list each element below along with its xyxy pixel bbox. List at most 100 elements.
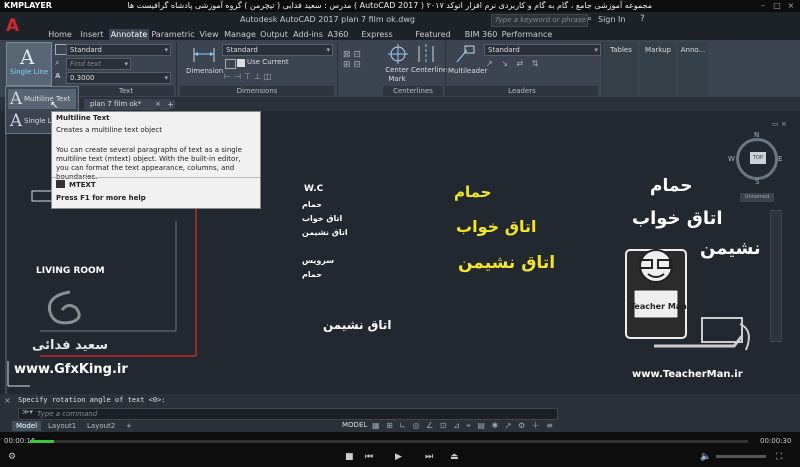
- tab-featured-apps[interactable]: Featured Apps: [405, 29, 461, 50]
- settings-icon[interactable]: ⚙: [8, 452, 16, 462]
- layout-tab-model[interactable]: Model: [12, 421, 42, 431]
- tab-bim-360[interactable]: BIM 360: [463, 29, 499, 40]
- tooltip-help: Press F1 for more help: [56, 194, 146, 202]
- teacherman-caricature-icon: [625, 249, 750, 351]
- eject-icon[interactable]: ⏏: [450, 452, 459, 462]
- viewcube-west[interactable]: W: [728, 155, 735, 163]
- panel-divider: [602, 42, 603, 96]
- viewport-controls-icon[interactable]: ▭ ×: [772, 120, 787, 128]
- center-mark-label: Center Mark: [385, 66, 409, 83]
- add-layout-icon[interactable]: +: [122, 421, 136, 431]
- viewcube-top-face[interactable]: TOP: [750, 152, 766, 164]
- help-icon[interactable]: ?: [640, 14, 645, 24]
- yellow-text: اتاق نشیمن: [458, 253, 556, 273]
- tab-parametric[interactable]: Parametric: [151, 29, 195, 40]
- tab-manage[interactable]: Manage: [223, 29, 257, 40]
- multileader-label: Multileader: [448, 67, 488, 75]
- panel-divider: [337, 42, 338, 96]
- close-tab-icon[interactable]: ×: [155, 100, 161, 108]
- find-text-icon: ⌕: [55, 58, 60, 67]
- tab-view[interactable]: View: [198, 29, 220, 40]
- ribbon-tabs: Home Insert Annotate Parametric View Man…: [40, 28, 800, 50]
- tables-panel[interactable]: Tables: [604, 42, 638, 96]
- drawing-text: اتاق خواب: [302, 214, 343, 223]
- tab-output[interactable]: Output: [259, 29, 289, 40]
- sign-in-link[interactable]: Sign In: [598, 15, 625, 24]
- model-space-toggle[interactable]: MODEL: [342, 421, 367, 429]
- anno-label: Anno...: [680, 46, 706, 54]
- viewcube-south[interactable]: S: [755, 178, 759, 186]
- play-icon[interactable]: ▶: [395, 452, 402, 462]
- seek-progress: [30, 440, 54, 443]
- status-toggle-icons[interactable]: ▦ ⊞ ∟ ◎ ∠ ⊡ ⊿ ⌖ ▤ ✱ ↗ ⚙ ＋ ≡: [372, 420, 555, 431]
- tab-express-tools[interactable]: Express Tools: [351, 29, 403, 50]
- dim-style-dropdown[interactable]: Standard: [222, 44, 333, 56]
- tab-home[interactable]: Home: [47, 29, 73, 40]
- dim-edit-icons[interactable]: ⊠ ⊡ ⊞ ⊟: [343, 50, 379, 80]
- layout-tab-layout1[interactable]: Layout1: [44, 421, 80, 431]
- center-mark-button[interactable]: Center Mark: [383, 42, 411, 84]
- volume-icon[interactable]: 🔈: [700, 452, 711, 462]
- drawing-text-wc: W.C: [304, 184, 324, 194]
- gallery-item-multiline-text[interactable]: A Multiline Text: [8, 89, 76, 109]
- gfxking-logo: [36, 288, 96, 334]
- new-tab-icon[interactable]: +: [166, 100, 175, 109]
- layer-color-swatch: [237, 59, 245, 67]
- leaders-panel-title[interactable]: Leaders: [446, 86, 598, 96]
- dimension-button[interactable]: Dimension: [186, 42, 223, 84]
- markup-panel[interactable]: Markup: [640, 42, 676, 96]
- text-height-icon: A: [55, 72, 61, 80]
- minimize-icon[interactable]: –: [758, 1, 768, 10]
- leader-tools-icons[interactable]: ↗ ↘ ⇄ ⇅: [486, 59, 541, 68]
- total-time: 00:00:30: [760, 437, 792, 445]
- seek-bar[interactable]: [30, 440, 748, 443]
- dim-tools-icons[interactable]: ⊢⊣⊤⊥◫: [224, 72, 274, 81]
- ucs-dropdown[interactable]: Unnamed: [740, 193, 774, 202]
- application-menu-button[interactable]: A: [0, 12, 40, 40]
- find-text-input[interactable]: Find text: [66, 58, 131, 70]
- next-icon[interactable]: ⏭: [425, 452, 433, 462]
- close-icon[interactable]: ×: [786, 1, 796, 10]
- multiline-text-tooltip: Multiline Text Creates a multiline text …: [51, 111, 261, 209]
- text-style-dropdown[interactable]: Standard: [66, 44, 171, 56]
- tooltip-command: MTEXT: [69, 181, 96, 189]
- centerlines-panel-title[interactable]: Centerlines: [383, 86, 443, 96]
- tab-insert[interactable]: Insert: [78, 29, 106, 40]
- centerline-label: Centerline: [411, 66, 448, 74]
- navigation-bar[interactable]: [770, 210, 782, 342]
- stop-icon[interactable]: ■: [345, 452, 354, 462]
- text-panel-title[interactable]: Text: [78, 86, 174, 96]
- command-prompt-icon: ≫▾: [22, 408, 33, 416]
- centerline-button[interactable]: Centerline: [411, 42, 448, 84]
- search-input[interactable]: Type a keyword or phrase: [491, 14, 588, 27]
- layout-tab-layout2[interactable]: Layout2: [83, 421, 119, 431]
- previous-icon[interactable]: ⏮: [365, 452, 373, 462]
- annotation-scaling-panel[interactable]: Anno...: [678, 42, 708, 96]
- tab-performance[interactable]: Performance: [501, 29, 553, 40]
- multileader-button[interactable]: Multileader: [448, 42, 488, 84]
- command-input[interactable]: Type a command: [18, 408, 558, 420]
- yellow-text: اتاق خواب: [456, 217, 537, 236]
- tab-add-ins[interactable]: Add-ins: [291, 29, 325, 40]
- maximize-icon[interactable]: □: [772, 1, 782, 10]
- tab-annotate[interactable]: Annotate: [109, 29, 149, 40]
- drawing-text: سرویس: [302, 256, 335, 265]
- single-line-text-button[interactable]: A Single Line: [6, 42, 52, 86]
- command-history: Specify rotation angle of text <0>:: [18, 396, 166, 404]
- volume-slider[interactable]: [716, 455, 766, 458]
- text-height-dropdown[interactable]: 0.3000: [66, 72, 171, 84]
- dim-layer-value[interactable]: Use Current: [247, 58, 289, 66]
- viewcube-east[interactable]: E: [778, 155, 782, 163]
- tab-a360[interactable]: A360: [327, 29, 349, 40]
- signature-text: سعید فدائی: [32, 338, 108, 353]
- command-close-icon[interactable]: ×: [4, 396, 11, 405]
- teacherman-logo: Teacher Man: [614, 240, 764, 360]
- multiline-text-icon: A: [9, 89, 23, 109]
- big-white-text: اتاق خواب: [632, 208, 723, 229]
- leader-style-dropdown[interactable]: Standard: [484, 44, 601, 56]
- center-mark-icon: [388, 44, 408, 64]
- tooltip-divider: [52, 177, 260, 178]
- viewcube-north[interactable]: N: [754, 131, 759, 139]
- dimensions-panel-title[interactable]: Dimensions: [180, 86, 334, 96]
- fullscreen-icon[interactable]: ⛶: [776, 452, 782, 462]
